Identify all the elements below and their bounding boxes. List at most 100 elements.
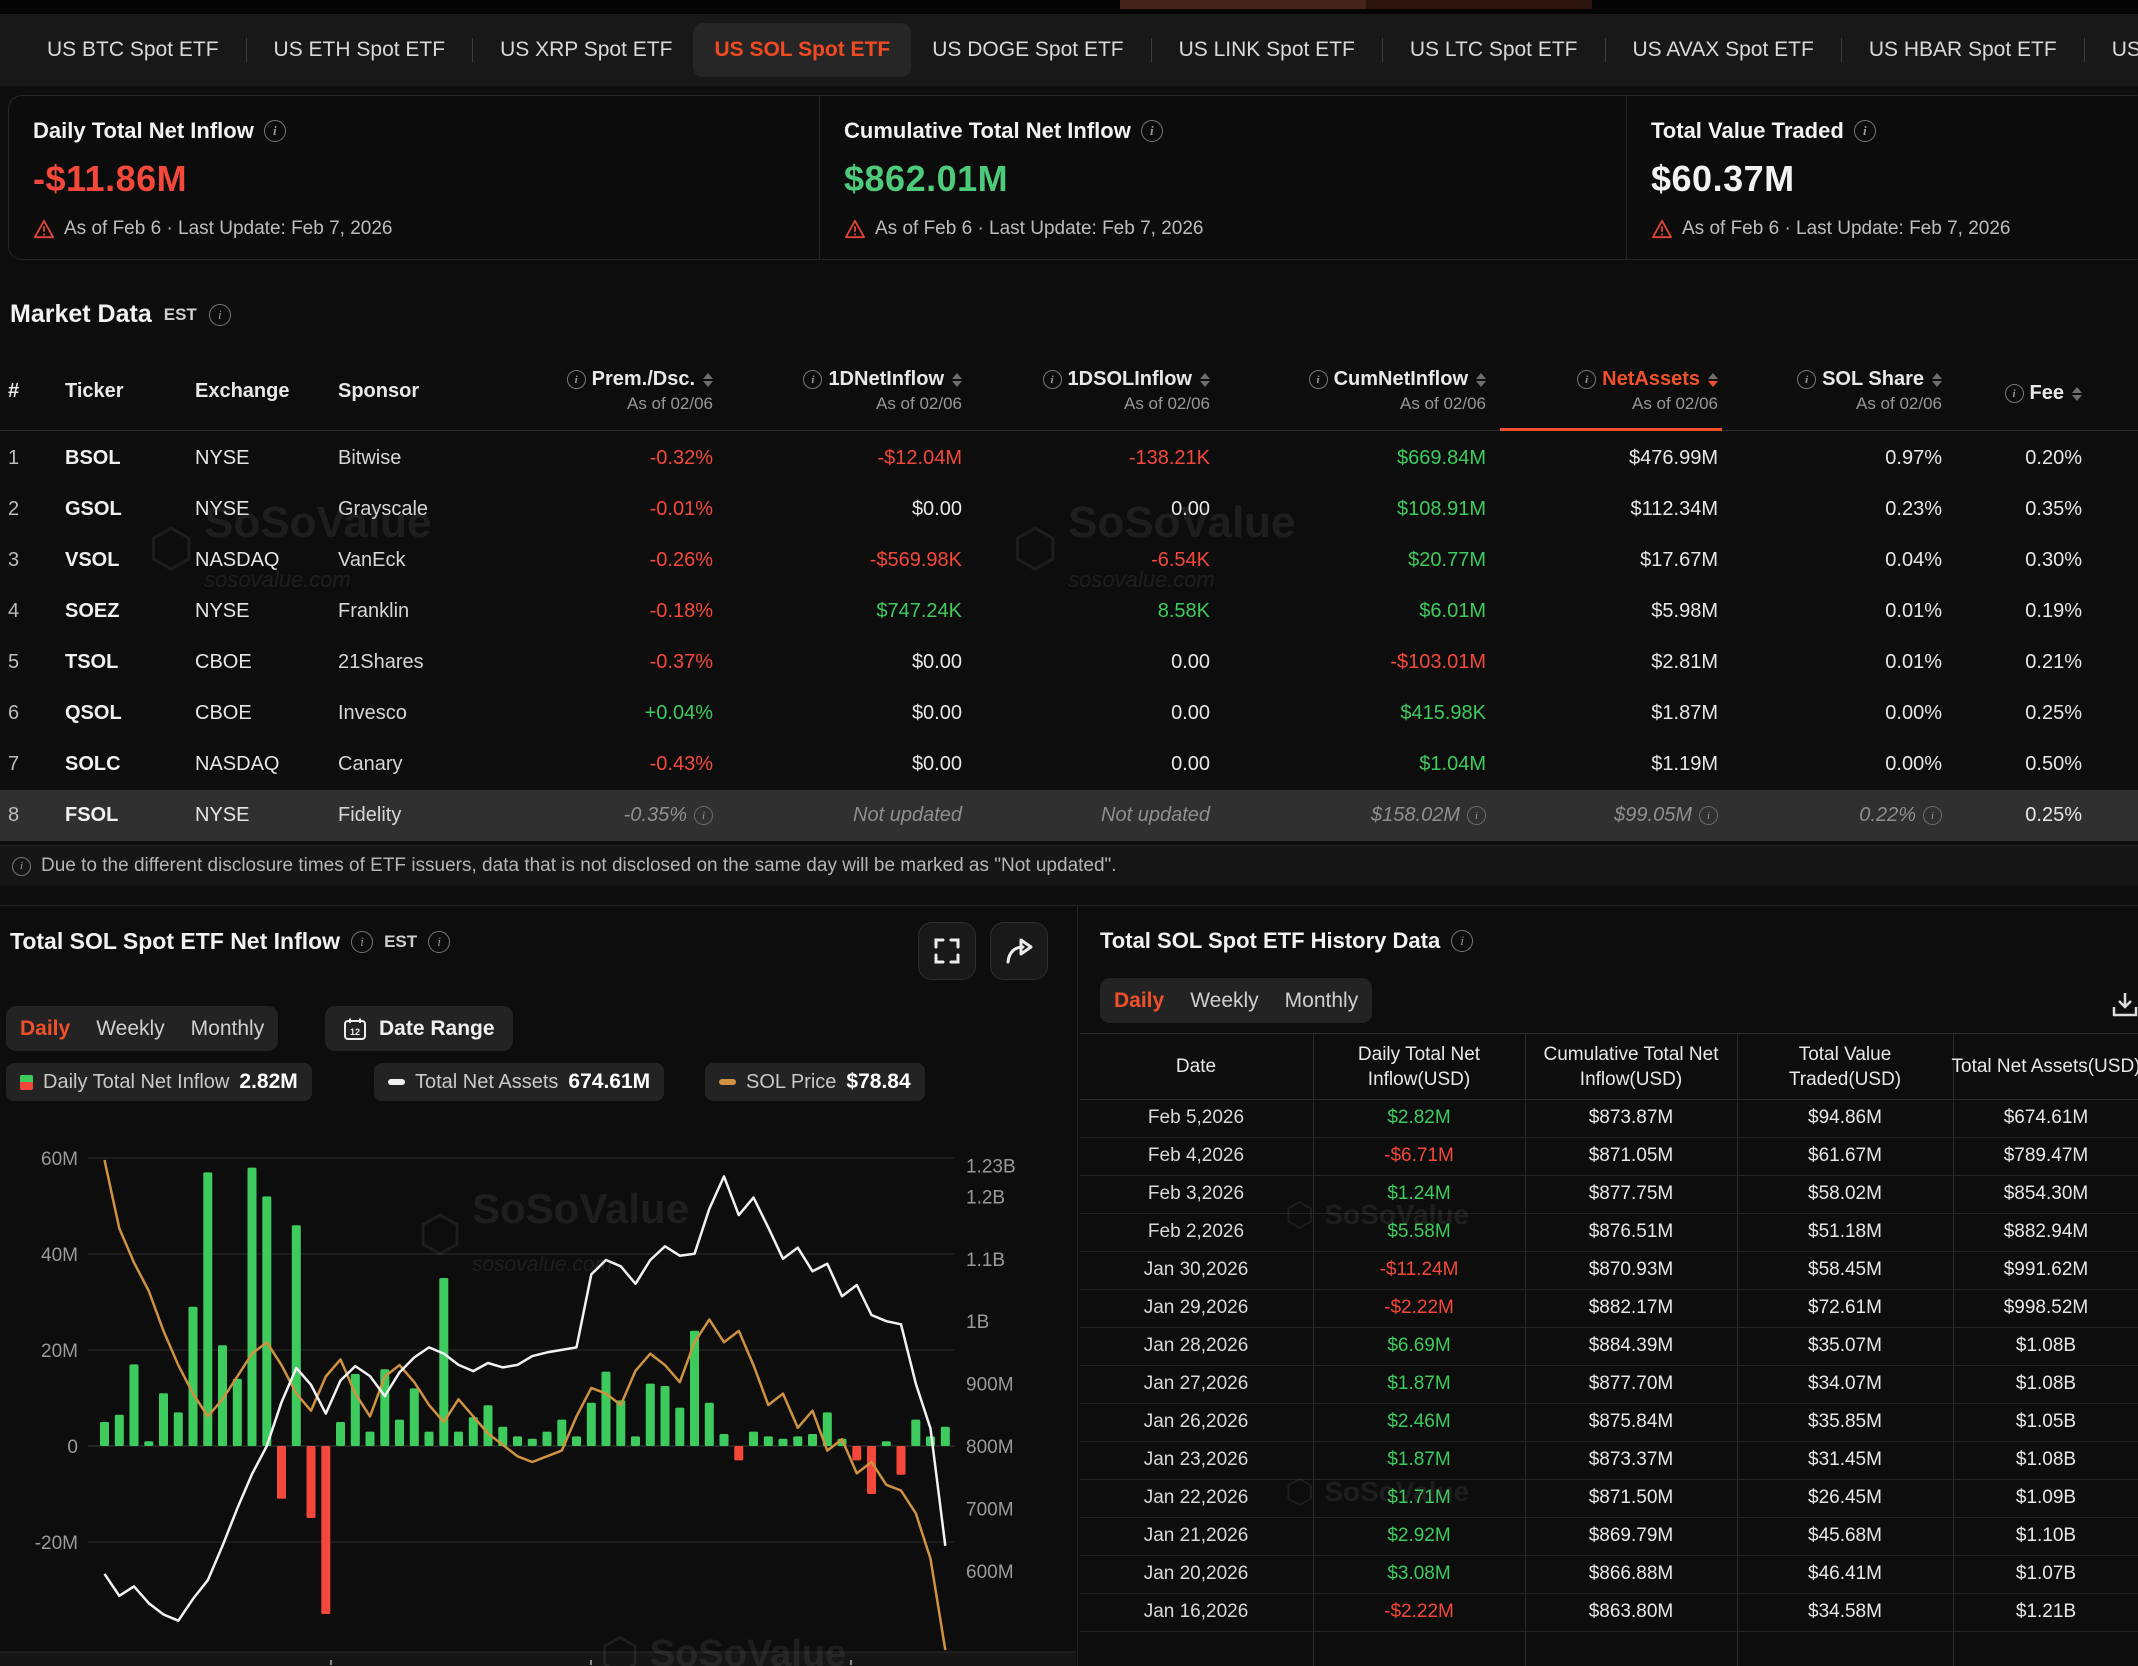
info-icon[interactable]: i bbox=[1854, 120, 1876, 142]
inflow-bar[interactable] bbox=[395, 1420, 404, 1446]
period-monthly[interactable]: Monthly bbox=[191, 1017, 265, 1041]
inflow-bar[interactable] bbox=[454, 1432, 463, 1446]
market-col-header-fee[interactable]: iFee bbox=[1822, 382, 2082, 405]
market-row-solc[interactable]: 7SOLCNASDAQCanary-0.43%$0.000.00$1.04M$1… bbox=[0, 739, 2138, 790]
inflow-bar[interactable] bbox=[705, 1403, 714, 1446]
inflow-bar[interactable] bbox=[911, 1420, 920, 1446]
market-col-header[interactable]: Exchange bbox=[195, 380, 289, 403]
info-icon[interactable]: i bbox=[694, 806, 713, 825]
sort-icon[interactable] bbox=[1200, 373, 1210, 387]
inflow-bar[interactable] bbox=[779, 1439, 788, 1446]
inflow-bar[interactable] bbox=[616, 1400, 625, 1446]
inflow-bar[interactable] bbox=[115, 1415, 124, 1446]
inflow-bar[interactable] bbox=[793, 1436, 802, 1446]
inflow-bar[interactable] bbox=[941, 1427, 950, 1446]
period-weekly[interactable]: Weekly bbox=[1190, 989, 1258, 1013]
fullscreen-button[interactable] bbox=[918, 922, 976, 980]
tab-us-btc-spot-etf[interactable]: US BTC Spot ETF bbox=[26, 23, 240, 77]
market-row-bsol[interactable]: 1BSOLNYSEBitwise-0.32%-$12.04M-138.21K$6… bbox=[0, 433, 2138, 484]
market-row-soez[interactable]: 4SOEZNYSEFranklin-0.18%$747.24K8.58K$6.0… bbox=[0, 586, 2138, 637]
inflow-bar[interactable] bbox=[572, 1436, 581, 1446]
info-icon[interactable]: i bbox=[209, 304, 231, 326]
market-col-header-1dnetinflow[interactable]: i1DNetInflowAs of 02/06 bbox=[702, 368, 962, 414]
market-col-header-cumnetinflow[interactable]: iCumNetInflowAs of 02/06 bbox=[1226, 368, 1486, 414]
market-col-header[interactable]: Sponsor bbox=[338, 380, 419, 403]
download-button[interactable] bbox=[2110, 990, 2138, 1018]
history-col-header[interactable]: Daily Total NetInflow(USD) bbox=[1304, 1042, 1534, 1092]
share-button[interactable] bbox=[990, 922, 1048, 980]
inflow-bar[interactable] bbox=[587, 1403, 596, 1446]
inflow-bar[interactable] bbox=[277, 1446, 286, 1499]
info-icon[interactable]: i bbox=[264, 120, 286, 142]
info-icon[interactable]: i bbox=[1577, 370, 1596, 389]
info-icon[interactable]: i bbox=[1141, 120, 1163, 142]
inflow-bar[interactable] bbox=[248, 1168, 257, 1446]
inflow-bar[interactable] bbox=[661, 1386, 670, 1446]
inflow-bar[interactable] bbox=[749, 1432, 758, 1446]
period-daily[interactable]: Daily bbox=[20, 1017, 70, 1041]
info-icon[interactable]: i bbox=[1043, 370, 1062, 389]
inflow-bar[interactable] bbox=[380, 1369, 389, 1446]
inflow-bar[interactable] bbox=[897, 1446, 906, 1475]
inflow-bar[interactable] bbox=[130, 1364, 139, 1446]
tab-us-xrp-spot-etf[interactable]: US XRP Spot ETF bbox=[479, 23, 693, 77]
history-col-header[interactable]: Date bbox=[1081, 1054, 1311, 1079]
info-icon[interactable]: i bbox=[428, 931, 450, 953]
inflow-bar[interactable] bbox=[808, 1434, 817, 1446]
tab-us-b[interactable]: US B bbox=[2091, 23, 2138, 77]
inflow-bar[interactable] bbox=[262, 1196, 271, 1446]
info-icon[interactable]: i bbox=[803, 370, 822, 389]
inflow-bar[interactable] bbox=[159, 1393, 168, 1446]
inflow-bar[interactable] bbox=[425, 1432, 434, 1446]
market-col-header-netassets[interactable]: iNetAssetsAs of 02/06 bbox=[1458, 368, 1718, 414]
market-row-qsol[interactable]: 6QSOLCBOEInvesco+0.04%$0.000.00$415.98K$… bbox=[0, 688, 2138, 739]
legend-chip-sol-price[interactable]: SOL Price$78.84 bbox=[705, 1063, 925, 1101]
market-col-header[interactable]: Ticker bbox=[65, 380, 124, 403]
inflow-bar[interactable] bbox=[233, 1379, 242, 1446]
info-icon[interactable]: i bbox=[2005, 384, 2024, 403]
inflow-bar[interactable] bbox=[366, 1432, 375, 1446]
inflow-bar[interactable] bbox=[174, 1412, 183, 1446]
inflow-bar[interactable] bbox=[203, 1172, 212, 1446]
tab-us-link-spot-etf[interactable]: US LINK Spot ETF bbox=[1158, 23, 1376, 77]
info-icon[interactable]: i bbox=[1309, 370, 1328, 389]
inflow-bar[interactable] bbox=[307, 1446, 316, 1518]
legend-chip-daily-total-net-inflow[interactable]: Daily Total Net Inflow2.82M bbox=[6, 1063, 312, 1101]
inflow-bar[interactable] bbox=[528, 1439, 537, 1446]
market-row-fsol[interactable]: 8FSOLNYSEFidelity-0.35%iNot updatedNot u… bbox=[0, 790, 2138, 841]
info-icon[interactable]: i bbox=[567, 370, 586, 389]
tab-us-eth-spot-etf[interactable]: US ETH Spot ETF bbox=[253, 23, 467, 77]
inflow-bar[interactable] bbox=[631, 1436, 640, 1446]
inflow-bar[interactable] bbox=[484, 1405, 493, 1446]
info-icon[interactable]: i bbox=[1451, 930, 1473, 952]
tab-us-hbar-spot-etf[interactable]: US HBAR Spot ETF bbox=[1848, 23, 2078, 77]
inflow-bar[interactable] bbox=[602, 1372, 611, 1446]
inflow-bar[interactable] bbox=[100, 1422, 109, 1446]
market-row-gsol[interactable]: 2GSOLNYSEGrayscale-0.01%$0.000.00$108.91… bbox=[0, 484, 2138, 535]
info-icon[interactable]: i bbox=[351, 931, 373, 953]
inflow-bar[interactable] bbox=[675, 1408, 684, 1446]
period-monthly[interactable]: Monthly bbox=[1285, 989, 1359, 1013]
inflow-bar[interactable] bbox=[852, 1446, 861, 1460]
inflow-bar[interactable] bbox=[543, 1432, 552, 1446]
inflow-bar[interactable] bbox=[321, 1446, 330, 1614]
inflow-bar[interactable] bbox=[720, 1434, 729, 1446]
tab-us-avax-spot-etf[interactable]: US AVAX Spot ETF bbox=[1612, 23, 1835, 77]
inflow-bar[interactable] bbox=[189, 1307, 198, 1446]
market-row-vsol[interactable]: 3VSOLNASDAQVanEck-0.26%-$569.98K-6.54K$2… bbox=[0, 535, 2138, 586]
market-col-header-1dsolinflow[interactable]: i1DSOLInflowAs of 02/06 bbox=[950, 368, 1210, 414]
history-col-header[interactable]: Total Net Assets(USD) bbox=[1931, 1054, 2138, 1079]
market-col-header[interactable]: # bbox=[8, 380, 19, 403]
inflow-bar[interactable] bbox=[336, 1422, 345, 1446]
inflow-bar[interactable] bbox=[734, 1446, 743, 1460]
history-col-header[interactable]: Cumulative Total NetInflow(USD) bbox=[1516, 1042, 1746, 1092]
info-icon[interactable]: i bbox=[1797, 370, 1816, 389]
sort-icon[interactable] bbox=[2072, 387, 2082, 401]
inflow-bar[interactable] bbox=[410, 1388, 419, 1446]
inflow-bar[interactable] bbox=[513, 1436, 522, 1446]
period-weekly[interactable]: Weekly bbox=[96, 1017, 164, 1041]
net-inflow-chart[interactable]: 60M40M20M0-20M1.23B1.2B1.1B1B900M800M700… bbox=[0, 1130, 1076, 1666]
inflow-bar[interactable] bbox=[867, 1446, 876, 1494]
tab-us-sol-spot-etf[interactable]: US SOL Spot ETF bbox=[693, 23, 911, 77]
legend-chip-total-net-assets[interactable]: Total Net Assets674.61M bbox=[374, 1063, 664, 1101]
